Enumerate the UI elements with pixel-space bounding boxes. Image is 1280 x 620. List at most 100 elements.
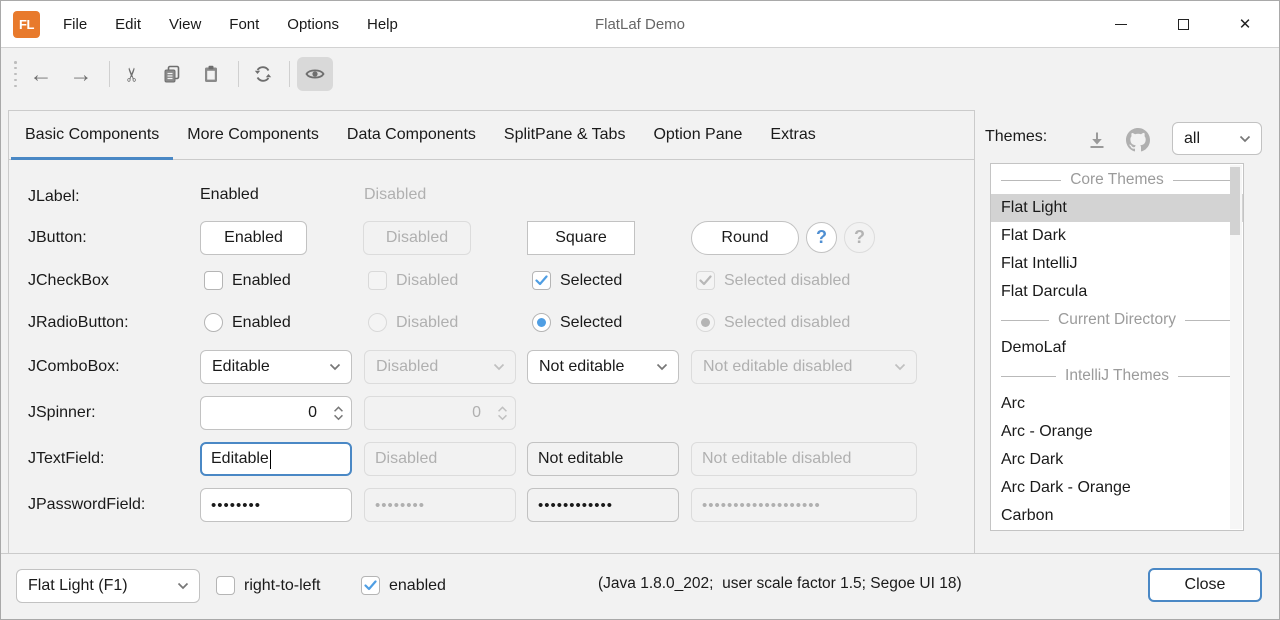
jlabel-row-label: JLabel: xyxy=(28,186,80,208)
password-dots: ••••••••••••••••••• xyxy=(702,497,821,514)
checkbox-checked-icon xyxy=(696,271,715,290)
password-dots: •••••••• xyxy=(375,497,425,514)
spinner-disabled: 0 xyxy=(364,396,516,430)
tab-option-pane[interactable]: Option Pane xyxy=(639,111,756,159)
cut-icon: ✂ xyxy=(121,66,144,82)
maximize-button[interactable] xyxy=(1155,1,1211,48)
tab-splitpane-tabs[interactable]: SplitPane & Tabs xyxy=(490,111,640,159)
jtextfield-row-label: JTextField: xyxy=(28,448,104,470)
menu-font[interactable]: Font xyxy=(215,1,273,48)
combobox-value: Not editable xyxy=(539,358,656,376)
download-icon xyxy=(1087,130,1107,150)
toolbar: ← → ✂ xyxy=(1,48,1279,100)
minimize-icon xyxy=(1115,24,1127,25)
close-button[interactable]: Close xyxy=(1148,568,1262,602)
tab-basic-components[interactable]: Basic Components xyxy=(11,111,173,159)
spinner-value[interactable]: 0 xyxy=(201,397,325,429)
jlabel-enabled: Enabled xyxy=(200,186,259,204)
show-details-toggle-button[interactable] xyxy=(297,57,333,91)
enabled-button[interactable]: Enabled xyxy=(200,221,307,255)
passwordfield-disabled: •••••••• xyxy=(364,488,516,522)
back-button[interactable]: ← xyxy=(23,57,59,91)
textfield-disabled: Disabled xyxy=(364,442,516,476)
textfield-value: Disabled xyxy=(375,450,437,468)
checkbox-checked-icon xyxy=(532,271,551,290)
download-theme-button[interactable] xyxy=(1082,126,1112,154)
chevron-down-icon xyxy=(656,363,668,371)
forward-button[interactable]: → xyxy=(63,57,99,91)
square-button[interactable]: Square xyxy=(527,221,635,255)
checkbox-selected[interactable]: Selected xyxy=(532,271,622,290)
menu-edit[interactable]: Edit xyxy=(101,1,155,48)
theme-item-arc-dark-orange[interactable]: Arc Dark - Orange xyxy=(991,474,1243,502)
radio-selected[interactable]: Selected xyxy=(532,313,622,332)
theme-item-flat-intellij[interactable]: Flat IntelliJ xyxy=(991,250,1243,278)
checkbox-icon xyxy=(368,271,387,290)
spinner[interactable]: 0 xyxy=(200,396,352,430)
chevron-down-icon xyxy=(894,363,906,371)
close-window-button[interactable]: ✕ xyxy=(1217,1,1273,48)
jbutton-row-label: JButton: xyxy=(28,227,87,249)
themes-filter-value: all xyxy=(1184,130,1239,148)
cut-button[interactable]: ✂ xyxy=(115,57,151,91)
jradiobutton-row-label: JRadioButton: xyxy=(28,312,129,334)
theme-item-flat-light[interactable]: Flat Light xyxy=(991,194,1243,222)
enabled-checkbox[interactable]: enabled xyxy=(361,576,446,595)
combobox-not-editable[interactable]: Not editable xyxy=(527,350,679,384)
copy-button[interactable] xyxy=(154,57,190,91)
github-icon xyxy=(1126,128,1150,152)
copy-icon xyxy=(162,64,182,84)
combobox-editable[interactable]: Editable xyxy=(200,350,352,384)
theme-item-arc[interactable]: Arc xyxy=(991,390,1243,418)
forward-arrow-icon: → xyxy=(70,63,93,86)
theme-item-carbon[interactable]: Carbon xyxy=(991,502,1243,530)
minimize-button[interactable] xyxy=(1093,1,1149,48)
password-dots: •••••••• xyxy=(211,497,261,514)
theme-item-demolaf[interactable]: DemoLaf xyxy=(991,334,1243,362)
menu-view[interactable]: View xyxy=(155,1,215,48)
radio-icon xyxy=(368,313,387,332)
paste-icon xyxy=(201,64,221,84)
themes-scrollbar-thumb[interactable] xyxy=(1230,167,1240,235)
checkbox-icon xyxy=(216,576,235,595)
radio-label: Enabled xyxy=(232,314,291,332)
github-button[interactable] xyxy=(1123,126,1153,154)
combobox-value: Not editable disabled xyxy=(703,358,894,376)
textfield-not-editable[interactable]: Not editable xyxy=(527,442,679,476)
help-button[interactable]: ? xyxy=(806,222,837,253)
laf-combobox[interactable]: Flat Light (F1) xyxy=(16,569,200,603)
menu-file[interactable]: File xyxy=(49,1,101,48)
theme-item-flat-darcula[interactable]: Flat Darcula xyxy=(991,278,1243,306)
spinner-up-icon[interactable] xyxy=(333,406,344,413)
checkbox-icon xyxy=(204,271,223,290)
checkbox-checked-icon xyxy=(361,576,380,595)
tab-more-components[interactable]: More Components xyxy=(173,111,333,159)
spinner-down-icon xyxy=(497,414,508,421)
themes-filter-combobox[interactable]: all xyxy=(1172,122,1262,155)
refresh-button[interactable] xyxy=(245,57,281,91)
radio-enabled[interactable]: Enabled xyxy=(204,313,291,332)
round-button[interactable]: Round xyxy=(691,221,799,255)
textfield-editable[interactable]: Editable xyxy=(200,442,352,476)
spinner-down-icon[interactable] xyxy=(333,414,344,421)
checkbox-enabled[interactable]: Enabled xyxy=(204,271,291,290)
back-arrow-icon: ← xyxy=(30,63,53,86)
passwordfield-editable[interactable]: •••••••• xyxy=(200,488,352,522)
passwordfield-not-editable[interactable]: •••••••••••• xyxy=(527,488,679,522)
radio-selected-icon xyxy=(696,313,715,332)
theme-item-arc-dark[interactable]: Arc Dark xyxy=(991,446,1243,474)
toolbar-separator xyxy=(109,61,110,87)
toolbar-grip[interactable] xyxy=(14,61,17,87)
theme-item-flat-dark[interactable]: Flat Dark xyxy=(991,222,1243,250)
right-to-left-checkbox[interactable]: right-to-left xyxy=(216,576,320,595)
tab-data-components[interactable]: Data Components xyxy=(333,111,490,159)
theme-item-arc-orange[interactable]: Arc - Orange xyxy=(991,418,1243,446)
chevron-down-icon xyxy=(329,363,341,371)
combobox-not-editable-disabled: Not editable disabled xyxy=(691,350,917,384)
themes-list: Core Themes Flat Light Flat Dark Flat In… xyxy=(990,163,1244,531)
paste-button[interactable] xyxy=(193,57,229,91)
chevron-down-icon xyxy=(177,582,189,590)
jcheckbox-row-label: JCheckBox xyxy=(28,270,109,292)
tab-extras[interactable]: Extras xyxy=(756,111,829,159)
themes-scrollbar[interactable] xyxy=(1230,165,1242,529)
